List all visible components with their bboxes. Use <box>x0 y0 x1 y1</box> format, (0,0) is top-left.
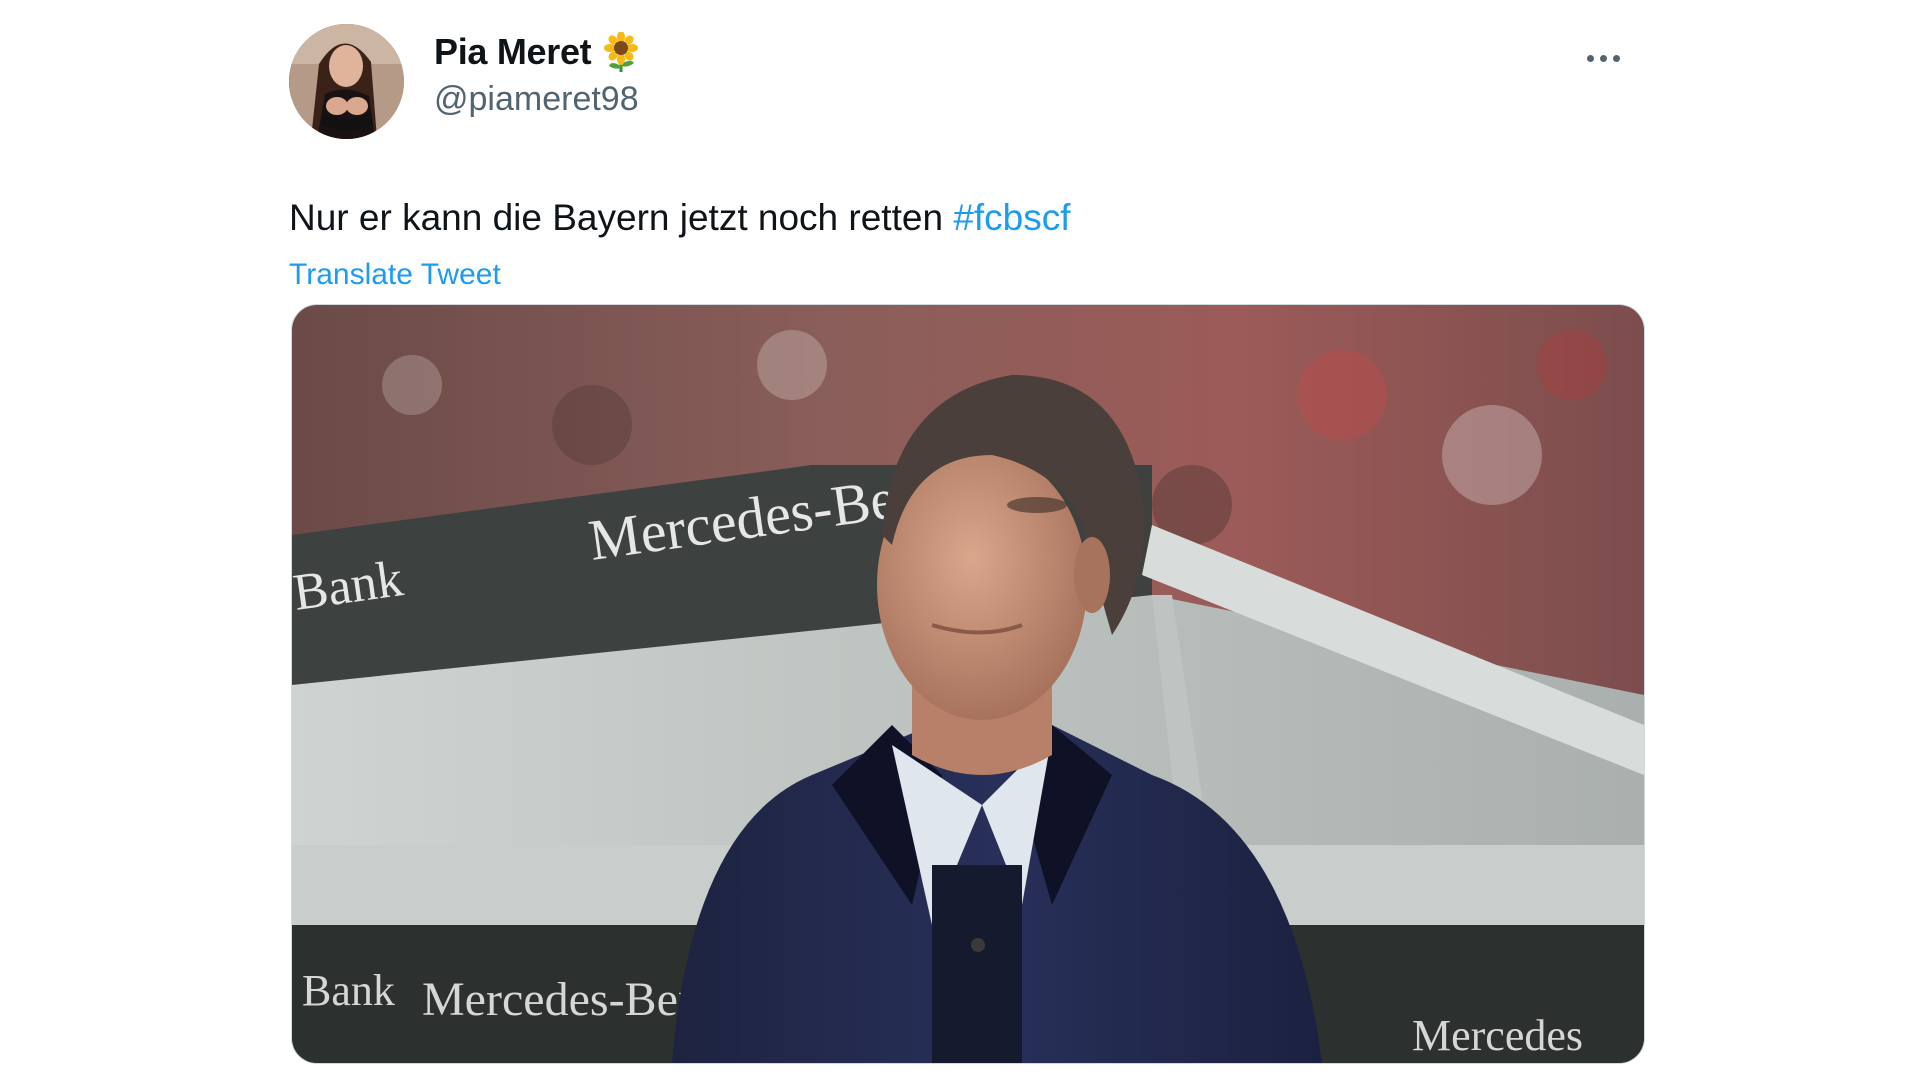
board-text-lower-left: Bank <box>302 966 395 1015</box>
display-name[interactable]: Pia Meret <box>434 31 592 73</box>
photo-image: Mercedes-Be Bank Bank Mercedes-Benz B Me… <box>292 305 1644 1063</box>
hashtag-link[interactable]: #fcbscf <box>953 197 1070 238</box>
tweet-card[interactable]: Pia Meret @piameret98 Nur er kann die Ba… <box>289 22 1645 1064</box>
avatar[interactable] <box>289 24 404 139</box>
more-horizontal-icon[interactable] <box>1577 40 1629 76</box>
translate-tweet-link[interactable]: Translate Tweet <box>289 258 501 292</box>
sunflower-emoji-icon <box>601 32 641 72</box>
tweet-header: Pia Meret @piameret98 <box>289 22 1643 142</box>
page: Pia Meret @piameret98 Nur er kann die Ba… <box>0 0 1920 1080</box>
board-text-lower-right: Mercedes <box>1412 1011 1583 1060</box>
tweet-text: Nur er kann die Bayern jetzt noch retten… <box>289 196 1643 240</box>
author-block: Pia Meret @piameret98 <box>434 30 641 119</box>
dot <box>1599 54 1607 62</box>
avatar-image <box>289 24 404 139</box>
dot <box>1586 54 1594 62</box>
user-handle[interactable]: @piameret98 <box>434 80 641 119</box>
display-name-row: Pia Meret <box>434 30 641 74</box>
tweet-text-body: Nur er kann die Bayern jetzt noch retten <box>289 197 954 238</box>
dot <box>1612 54 1620 62</box>
tweet-photo[interactable]: Mercedes-Be Bank Bank Mercedes-Benz B Me… <box>291 304 1645 1064</box>
